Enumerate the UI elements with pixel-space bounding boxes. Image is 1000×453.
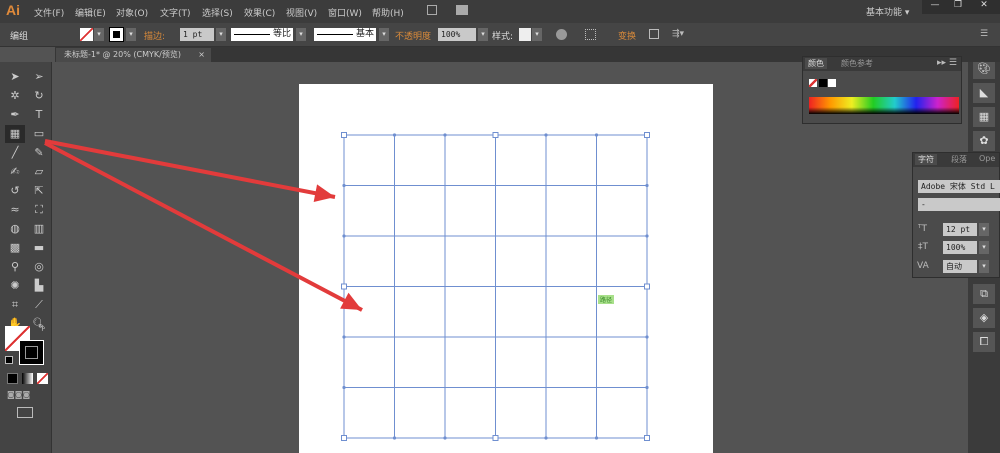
- anchor-point: [645, 385, 649, 390]
- bounding-box-handle: [492, 435, 499, 441]
- anchor-point: [594, 133, 599, 137]
- color-panel: 颜色 颜色参考 ▸▸ ☰: [802, 56, 962, 124]
- anchor-point: [443, 133, 447, 137]
- font-style-field[interactable]: -: [918, 198, 1000, 211]
- none-swatch[interactable]: [809, 79, 817, 87]
- leading-dropdown[interactable]: ▾: [979, 241, 989, 254]
- tracking-dropdown[interactable]: ▾: [979, 260, 989, 273]
- tab-color-guide[interactable]: 颜色参考: [841, 58, 873, 69]
- bounding-box-handle: [341, 283, 347, 290]
- white-swatch[interactable]: [828, 79, 836, 87]
- anchor-point: [342, 234, 346, 238]
- anchor-point: [342, 335, 346, 339]
- bounding-box-handle: [644, 132, 650, 138]
- anchor-point: [544, 436, 548, 440]
- rectangular-grid[interactable]: [341, 132, 650, 441]
- font-family-field[interactable]: Adobe 宋体 Std L: [918, 180, 1000, 193]
- bounding-box-handle: [644, 283, 650, 290]
- font-size-icon: ᵀT: [918, 224, 927, 234]
- anchor-point: [544, 133, 548, 137]
- anchor-point: [392, 436, 397, 440]
- bounding-box-handle: [341, 435, 347, 441]
- tab-paragraph[interactable]: 段落: [951, 154, 967, 165]
- anchor-point: [645, 335, 649, 339]
- bounding-box-handle: [492, 132, 499, 138]
- character-panel: 字符 段落 Ope Adobe 宋体 Std L - ᵀT 12 pt ▾ ‡T…: [912, 152, 1000, 278]
- anchor-point: [443, 436, 447, 440]
- red-arrow-shaft: [44, 139, 336, 199]
- tab-color[interactable]: 颜色: [805, 58, 827, 69]
- leading-icon: ‡T: [918, 242, 928, 252]
- tab-character[interactable]: 字符: [915, 154, 937, 165]
- tracking-field[interactable]: 自动: [943, 260, 977, 273]
- red-arrow-head: [313, 184, 335, 203]
- black-swatch[interactable]: [819, 79, 827, 87]
- anchor-point: [342, 183, 346, 188]
- panel-options-icon[interactable]: ▸▸ ☰: [937, 58, 957, 68]
- leading-field[interactable]: 100%: [943, 241, 977, 254]
- tab-opentype[interactable]: Ope: [979, 154, 995, 163]
- anchor-point: [392, 133, 397, 137]
- annotation-arrows: [44, 139, 363, 312]
- smart-guide-path-label: 路径: [598, 295, 615, 304]
- font-size-field[interactable]: 12 pt: [943, 223, 977, 236]
- anchor-point: [594, 436, 599, 440]
- bounding-box-handle: [644, 435, 650, 441]
- red-arrow-shaft: [44, 141, 363, 312]
- tracking-icon: VA: [917, 261, 929, 271]
- anchor-point: [645, 234, 649, 238]
- anchor-point: [645, 183, 649, 188]
- font-size-dropdown[interactable]: ▾: [979, 223, 989, 236]
- bounding-box-handle: [341, 132, 347, 138]
- anchor-point: [342, 385, 346, 390]
- color-spectrum[interactable]: [809, 97, 959, 114]
